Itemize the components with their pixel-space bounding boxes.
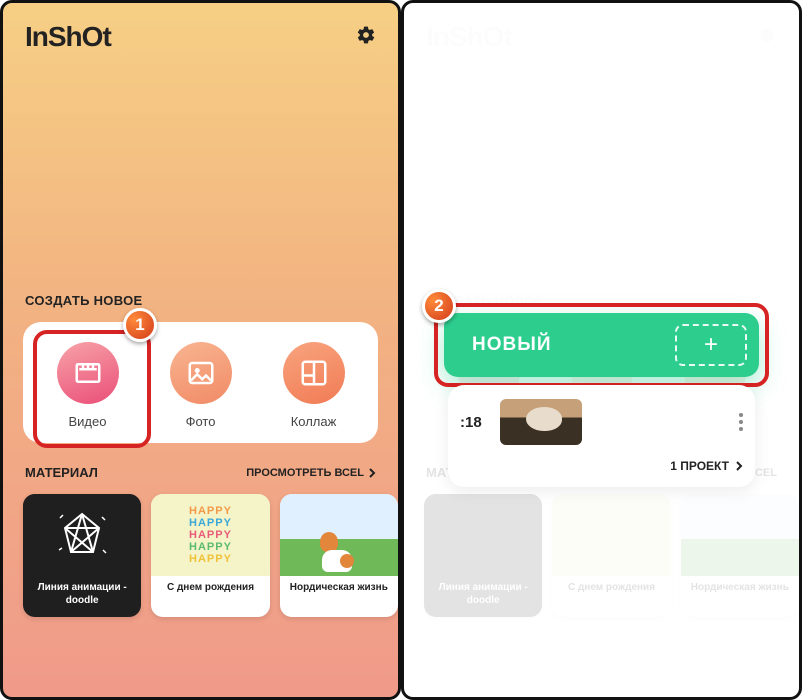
create-card: 1 Видео Фото Коллаж (23, 322, 378, 443)
step-badge-1: 1 (123, 308, 157, 342)
phone-screen-right: InShOt СОЗДАТЬ НОВОЕ Видео Фото Коллаж М… (401, 0, 802, 700)
phone-screen-left: InShOt СОЗДАТЬ НОВОЕ 1 Видео Фото Коллаж (0, 0, 401, 700)
nordic-thumb (280, 494, 398, 576)
material-title: МАТЕРИАЛ (25, 465, 98, 480)
material-section-header: МАТЕРИАЛ ПРОСМОТРЕТЬ ВСЕL (3, 443, 398, 480)
material-row: Линия анимации - doodle HAPPY HAPPY HAPP… (3, 480, 398, 617)
app-logo: InShOt (25, 21, 111, 53)
project-card[interactable]: :18 1 ПРОЕКТ (448, 385, 755, 487)
settings-icon[interactable] (356, 25, 376, 50)
doodle-thumb (23, 494, 141, 576)
create-section-title: СОЗДАТЬ НОВОЕ (3, 293, 398, 308)
more-icon[interactable] (739, 410, 743, 434)
project-duration: :18 (460, 414, 482, 431)
material-caption: Линия анимации - doodle (23, 576, 141, 617)
material-caption: С днем рождения (151, 576, 269, 605)
project-thumbnail (500, 399, 582, 445)
new-project-popup: 2 НОВЫЙ + :18 1 ПРОЕКТ (444, 313, 759, 487)
video-icon (57, 342, 119, 404)
collage-icon (283, 342, 345, 404)
create-video-button[interactable]: Видео (31, 342, 144, 429)
view-all-link[interactable]: ПРОСМОТРЕТЬ ВСЕL (246, 467, 376, 479)
create-collage-button[interactable]: Коллаж (257, 342, 370, 429)
plus-icon: + (675, 324, 747, 366)
topbar: InShOt (3, 3, 398, 63)
new-project-button[interactable]: НОВЫЙ + (444, 313, 759, 377)
project-count-link[interactable]: 1 ПРОЕКТ (460, 459, 743, 473)
photo-label: Фото (144, 414, 257, 429)
new-label: НОВЫЙ (472, 334, 551, 356)
settings-icon (757, 25, 777, 50)
material-card-nordic[interactable]: Нордическая жизнь (280, 494, 398, 617)
material-card-doodle[interactable]: Линия анимации - doodle (23, 494, 141, 617)
video-label: Видео (31, 414, 144, 429)
birthday-thumb: HAPPY HAPPY HAPPY HAPPY HAPPY (151, 494, 269, 576)
photo-icon (170, 342, 232, 404)
step-badge-2: 2 (422, 289, 456, 323)
material-caption: Нордическая жизнь (280, 576, 398, 605)
collage-label: Коллаж (257, 414, 370, 429)
material-card-birthday[interactable]: HAPPY HAPPY HAPPY HAPPY HAPPY С днем рож… (151, 494, 269, 617)
create-photo-button[interactable]: Фото (144, 342, 257, 429)
